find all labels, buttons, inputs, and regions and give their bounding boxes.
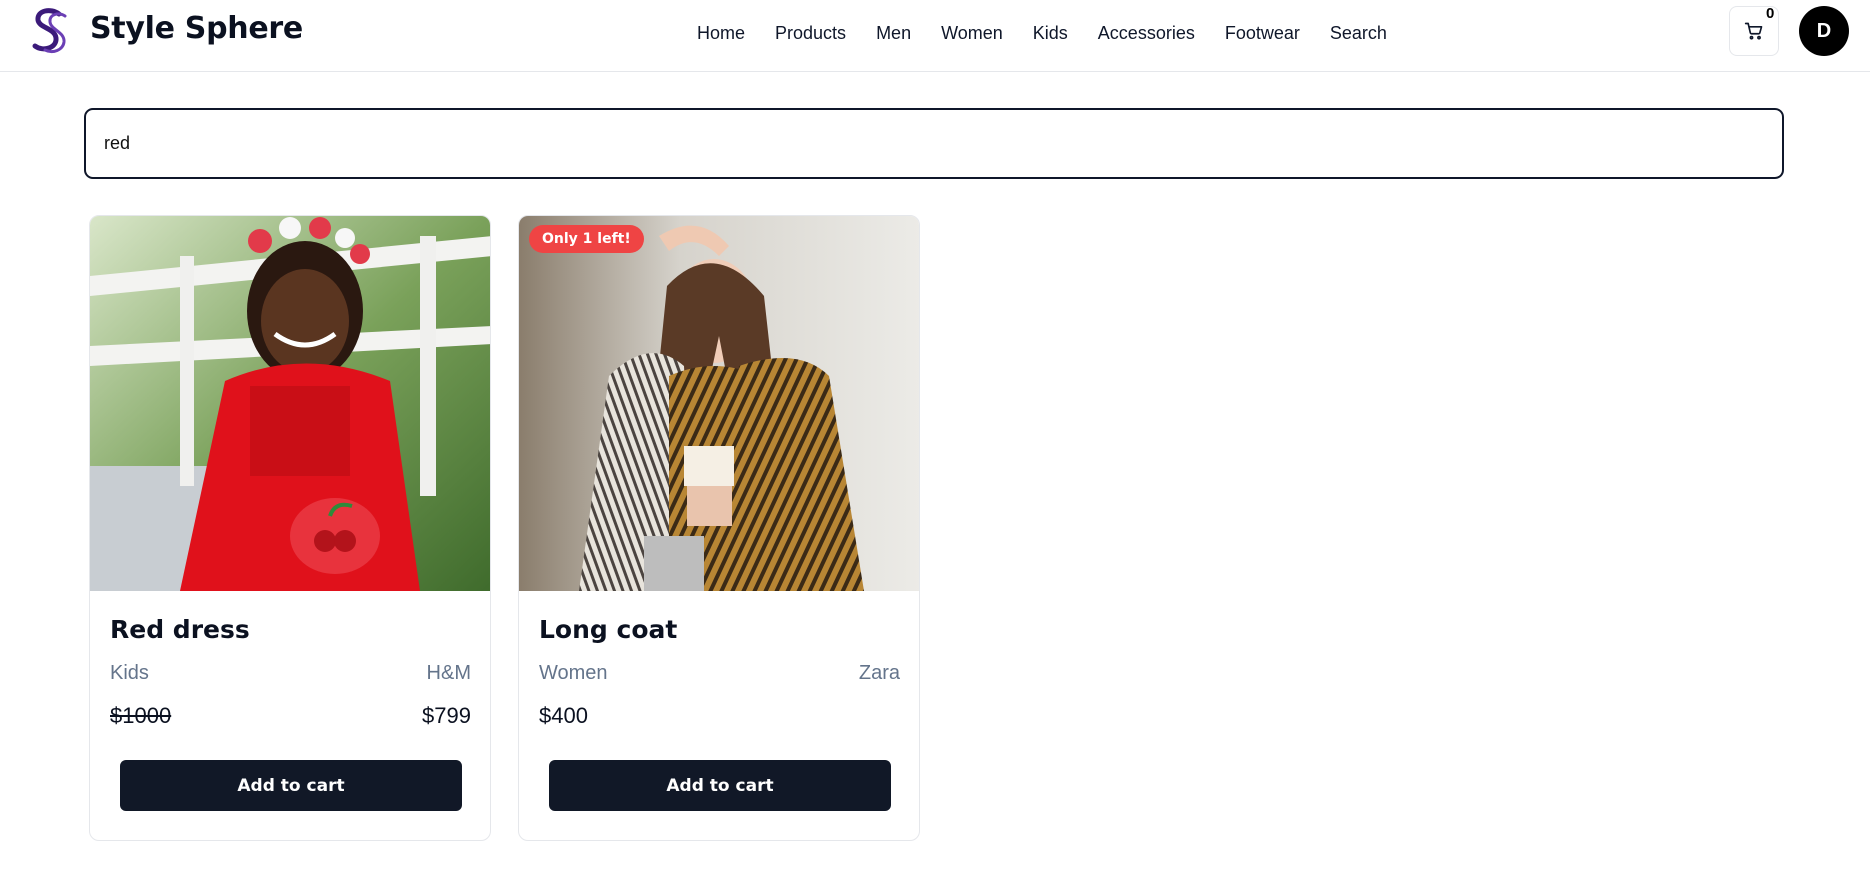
- stock-badge: Only 1 left!: [529, 225, 644, 253]
- brand-name[interactable]: Style Sphere: [90, 11, 303, 46]
- nav-link-footwear[interactable]: Footwear: [1225, 22, 1300, 44]
- product-price: $400: [539, 703, 588, 728]
- product-brand: Zara: [858, 662, 900, 684]
- nav-link-search[interactable]: Search: [1330, 22, 1387, 44]
- cart-count-badge: 0: [1766, 5, 1775, 22]
- top-navbar: Style Sphere Home Products Men Women Kid…: [0, 0, 1870, 72]
- nav-link-accessories[interactable]: Accessories: [1098, 22, 1195, 44]
- search-input[interactable]: [84, 108, 1784, 179]
- nav-link-kids[interactable]: Kids: [1033, 22, 1068, 44]
- cart-icon: [1744, 22, 1763, 40]
- product-category: Women: [539, 662, 608, 684]
- product-image[interactable]: [519, 216, 919, 591]
- product-brand: H&M: [426, 662, 471, 684]
- product-title[interactable]: Red dress: [110, 615, 250, 644]
- nav-link-products[interactable]: Products: [775, 22, 846, 44]
- add-to-cart-button[interactable]: Add to cart: [120, 760, 462, 811]
- product-category: Kids: [110, 662, 149, 684]
- add-to-cart-button[interactable]: Add to cart: [549, 760, 891, 811]
- nav-link-home[interactable]: Home: [697, 22, 745, 44]
- nav-link-women[interactable]: Women: [941, 22, 1003, 44]
- user-avatar[interactable]: D: [1799, 6, 1849, 56]
- product-card: Red dress Kids H&M $1000 $799 Add to car…: [89, 215, 491, 841]
- product-title[interactable]: Long coat: [539, 615, 677, 644]
- product-price: $799: [422, 703, 471, 728]
- product-image[interactable]: [90, 216, 490, 591]
- style-sphere-monogram-icon[interactable]: [29, 6, 71, 56]
- nav-link-men[interactable]: Men: [876, 22, 911, 44]
- product-card: Only 1 left! Long coat Women Zara $400 A…: [518, 215, 920, 841]
- product-original-price: $1000: [110, 703, 172, 728]
- main-nav: Home Products Men Women Kids Accessories…: [697, 22, 1417, 44]
